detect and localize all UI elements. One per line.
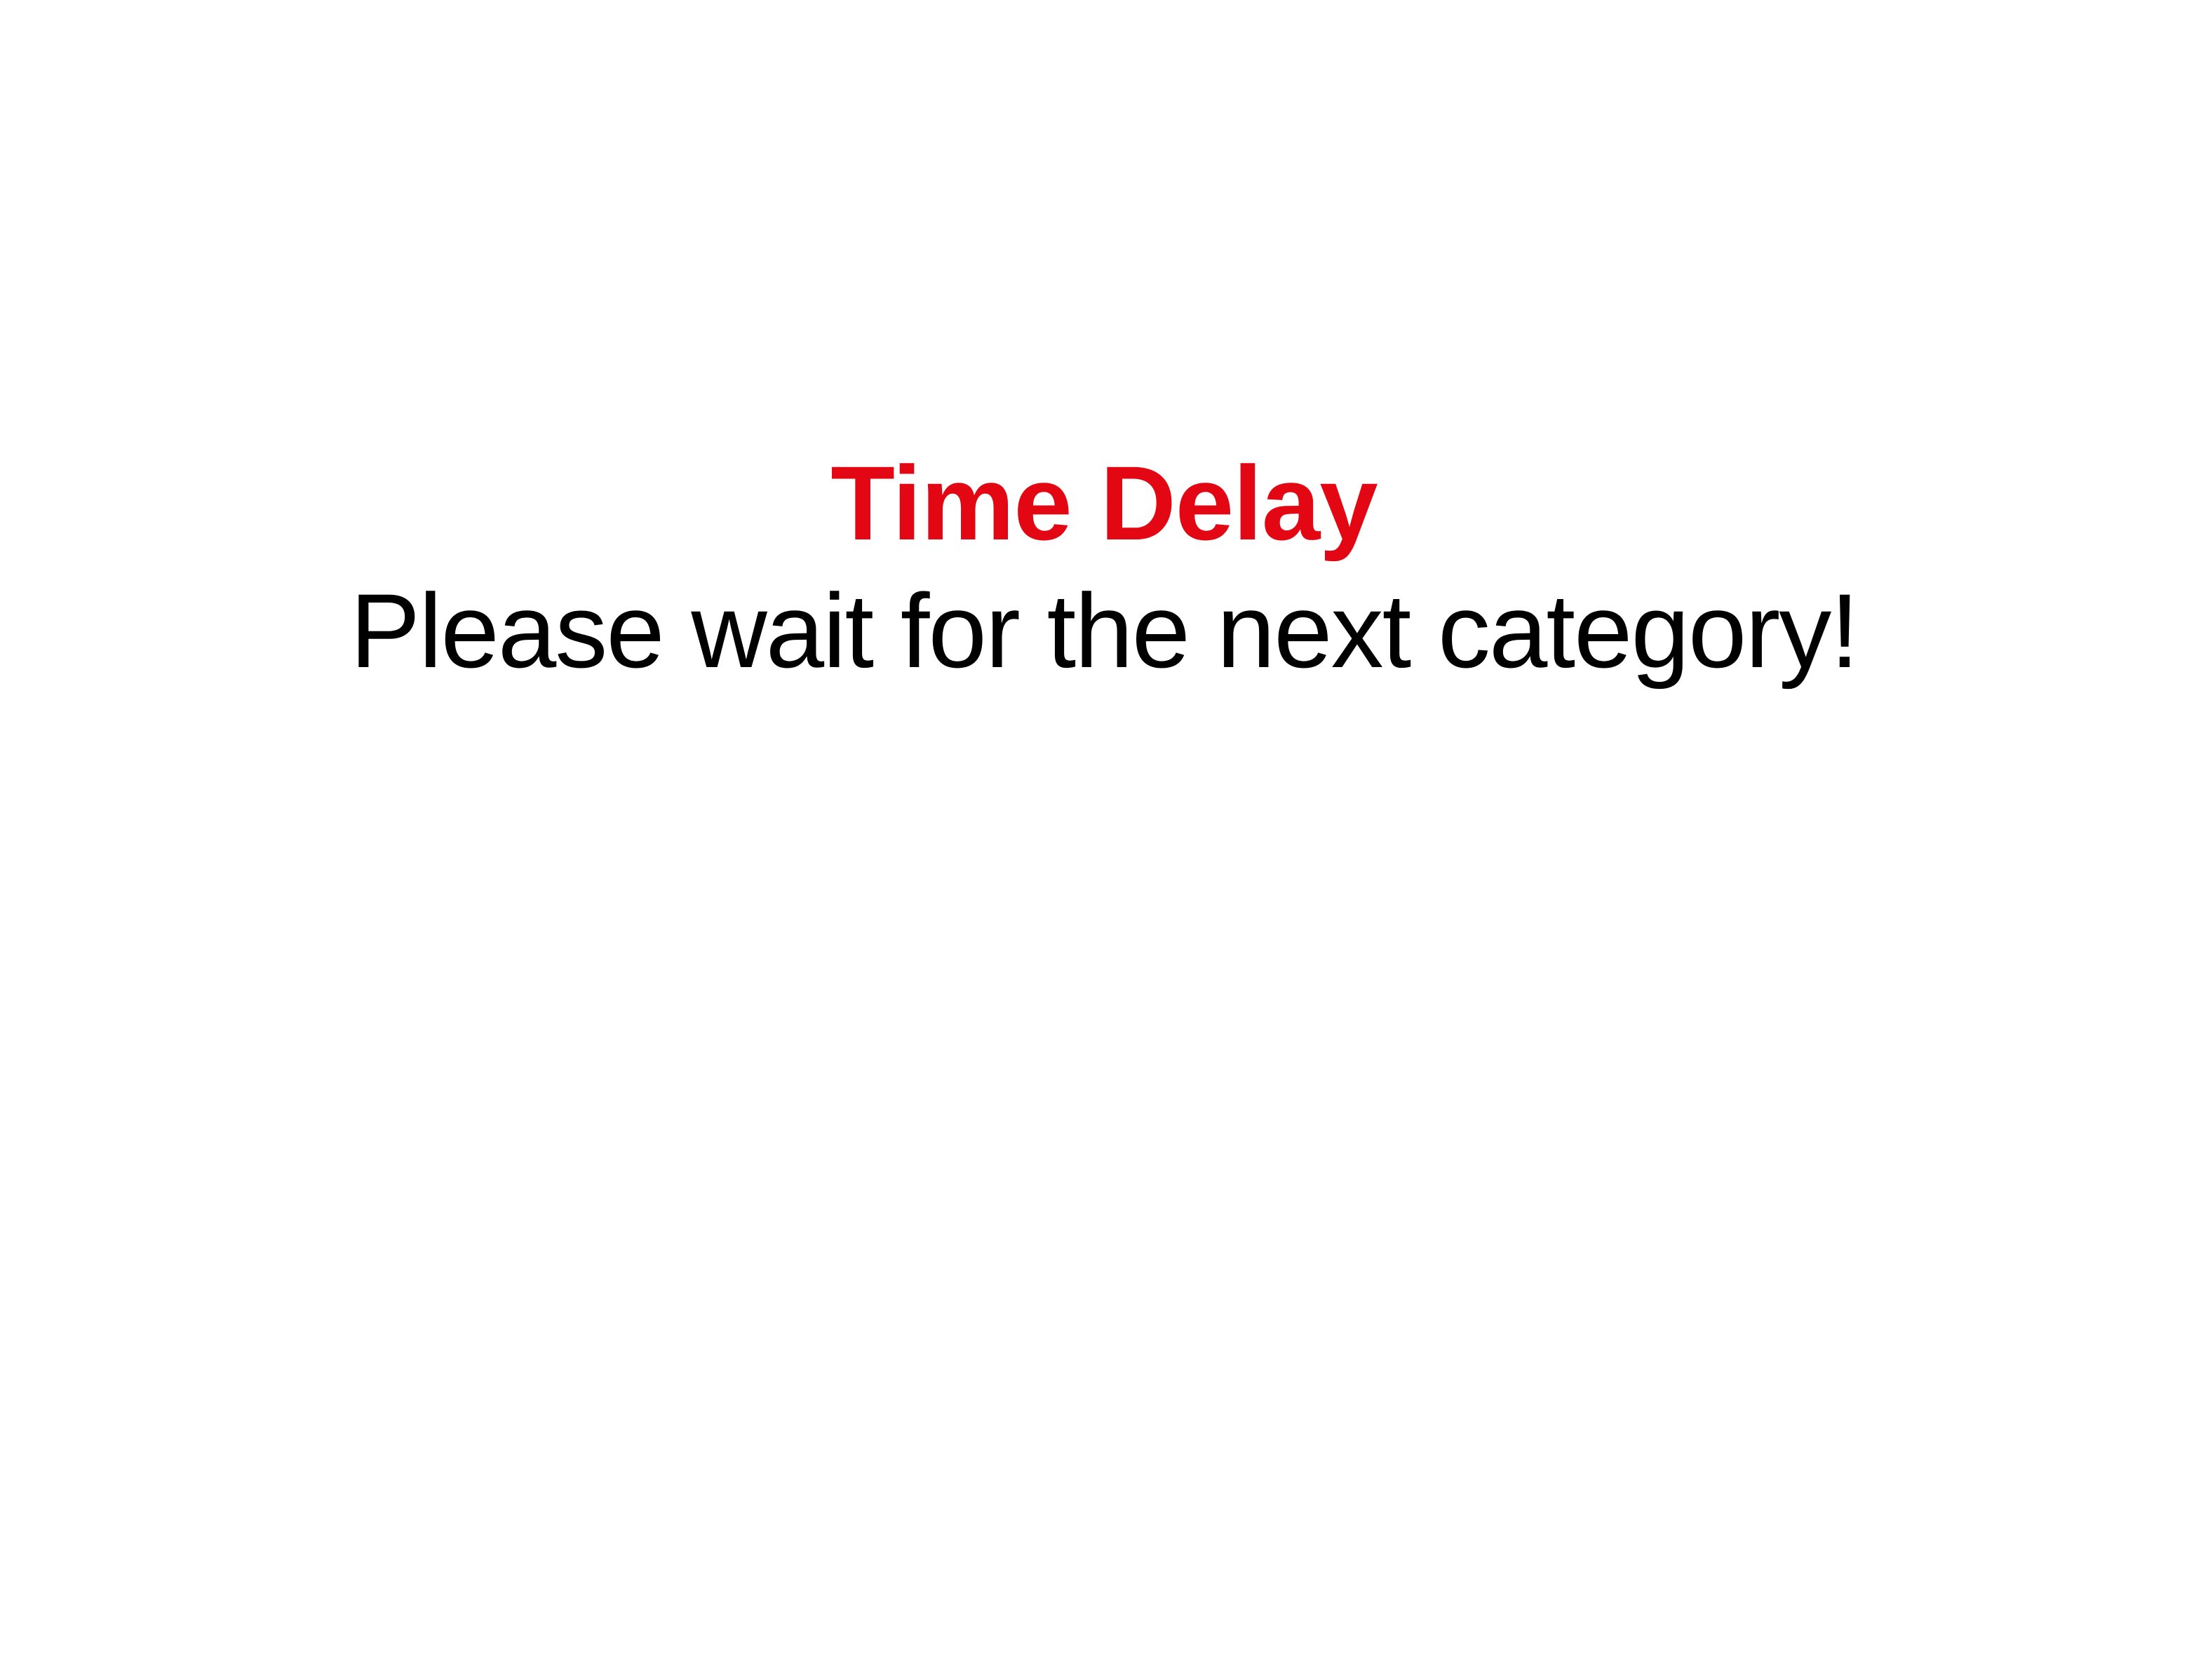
wait-message: Please wait for the next category! [350,572,1859,690]
message-block: Time Delay Please wait for the next cate… [0,443,2208,692]
time-delay-screen: Time Delay Please wait for the next cate… [0,0,2208,1680]
page-title: Time Delay [830,444,1378,562]
